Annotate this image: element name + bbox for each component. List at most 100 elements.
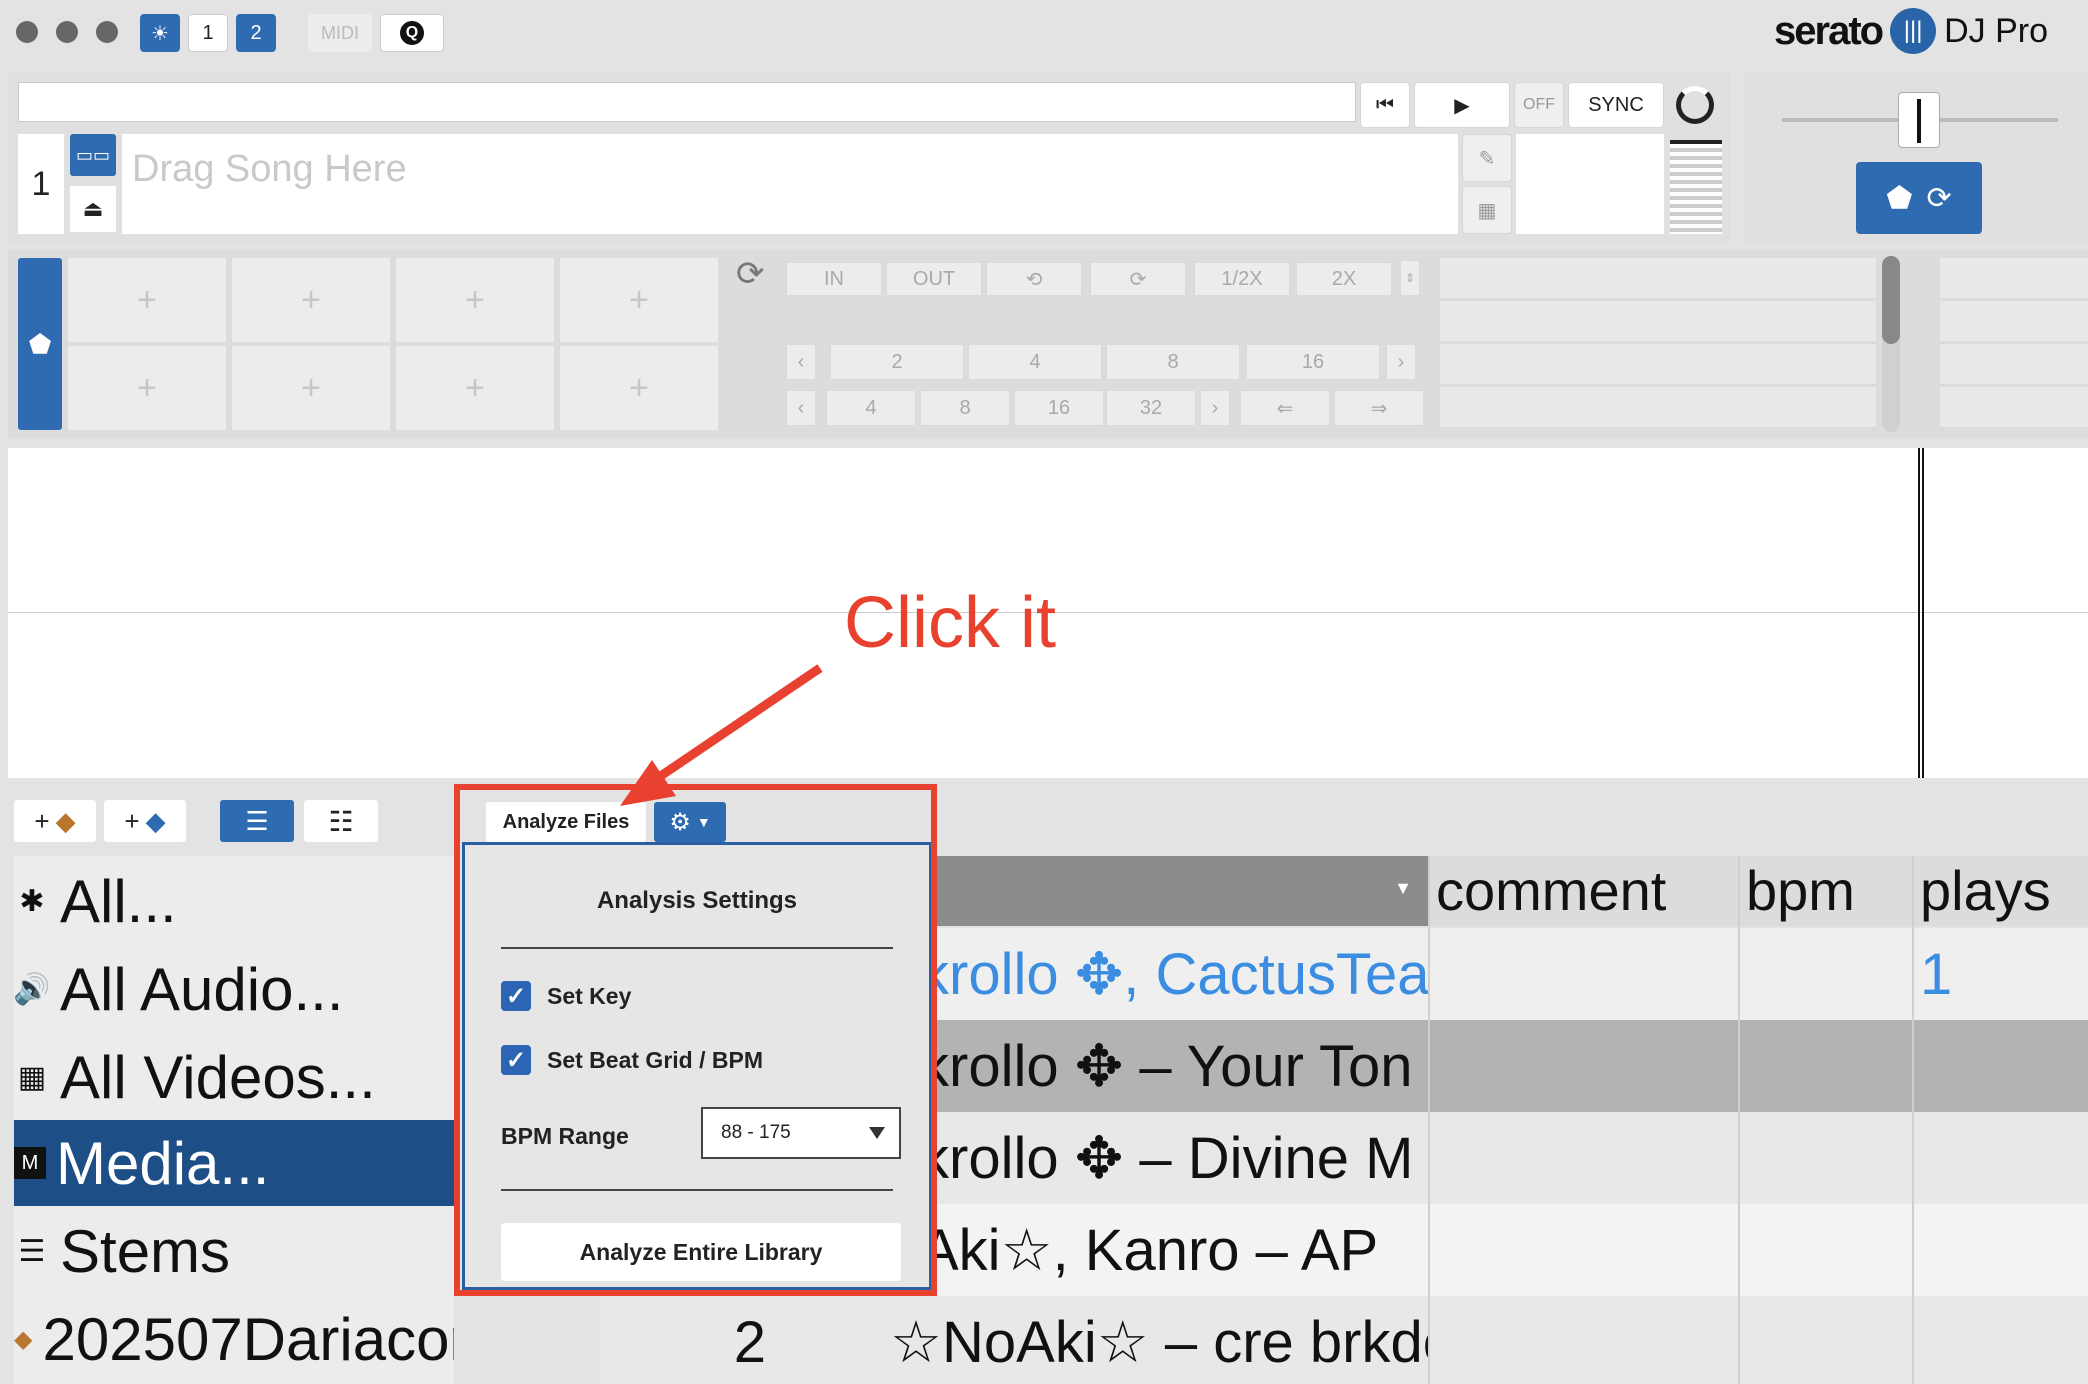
cue-pad[interactable]: +: [232, 346, 390, 430]
loop-in-button[interactable]: IN: [786, 262, 882, 296]
auto-loop-2-button[interactable]: 2: [830, 344, 964, 380]
table-row[interactable]: 2 ☆NoAki☆ – cre brkdo: [600, 1296, 2088, 1384]
reloop-icon: ⟲: [1025, 268, 1043, 291]
chevron-left-icon: ‹: [797, 350, 805, 373]
window-close-button[interactable]: [16, 21, 38, 43]
cue-pad[interactable]: +: [560, 258, 718, 342]
deck-2-button[interactable]: 2: [236, 14, 276, 52]
detail-view-button[interactable]: ☷: [304, 800, 378, 842]
detail-list-icon: ☷: [328, 805, 354, 837]
sidebar-item-media[interactable]: M Media...: [14, 1120, 454, 1206]
window-minimize-button[interactable]: [56, 21, 78, 43]
film-icon: ▦: [17, 1060, 47, 1094]
sidebar-item-stems[interactable]: ☰ Stems: [14, 1208, 454, 1294]
song-column-header[interactable]: ▼: [920, 856, 1428, 926]
pencil-icon: ✎: [1478, 147, 1496, 170]
deck-link-button[interactable]: ▭▭: [70, 134, 116, 176]
grid-icon: ▦: [1477, 199, 1497, 222]
all-icon: ✱: [19, 884, 45, 918]
sidebar-item-all[interactable]: ✱ All...: [14, 858, 454, 944]
cue-pad[interactable]: +: [396, 346, 554, 430]
plays-column-header[interactable]: plays: [1920, 856, 2051, 924]
manual-loop-4-button[interactable]: 4: [826, 390, 916, 426]
loop-toggle-button[interactable]: ⟳: [1090, 262, 1186, 296]
saved-loops-list[interactable]: [1440, 258, 1876, 430]
loop-shift-right-button[interactable]: ⇒: [1334, 390, 1424, 426]
add-crate-button[interactable]: + ◆: [14, 800, 96, 842]
sidebar-item-crate[interactable]: ◆202507Dariacore: [14, 1296, 454, 1382]
chevron-left-icon: ‹: [797, 396, 805, 419]
loop-icon: ⟳: [1129, 268, 1147, 291]
playhead-marker: [1918, 448, 1924, 778]
mic-button[interactable]: ✎: [1462, 134, 1512, 182]
crate-icon: ◆: [14, 1325, 33, 1353]
cue-pad[interactable]: +: [560, 346, 718, 430]
manual-loop-next-button[interactable]: ›: [1200, 390, 1230, 426]
auto-loop-8-button[interactable]: 8: [1106, 344, 1240, 380]
speaker-icon: 🔊: [14, 972, 51, 1006]
annotation-highlight-box: [454, 784, 937, 1296]
auto-loop-16-button[interactable]: 16: [1246, 344, 1380, 380]
list-view-button[interactable]: ☰: [220, 800, 294, 842]
loop-slot-stepper[interactable]: ⇕: [1400, 260, 1420, 296]
sidebar-item-all-videos[interactable]: ▦ All Videos...: [14, 1034, 454, 1120]
bpm-column-header[interactable]: bpm: [1746, 856, 1855, 924]
annotation-text: Click it: [844, 583, 1056, 663]
window-zoom-button[interactable]: [96, 21, 118, 43]
midi-button[interactable]: MIDI: [308, 14, 372, 52]
loop-shift-left-button[interactable]: ⇐: [1240, 390, 1330, 426]
manual-loop-32-button[interactable]: 32: [1106, 390, 1196, 426]
saved-loops-list-2[interactable]: [1940, 258, 2088, 430]
link-icon: ▭▭: [75, 144, 110, 165]
cue-pad[interactable]: +: [396, 258, 554, 342]
deck-1-button[interactable]: 1: [188, 14, 228, 52]
level-meter: [1670, 140, 1722, 234]
loop-icon: ⟳: [1926, 181, 1952, 215]
sidebar-item-all-audio[interactable]: 🔊 All Audio...: [14, 946, 454, 1032]
column-divider: [1738, 856, 1740, 1384]
cue-pad[interactable]: +: [68, 346, 226, 430]
cue-loop-toggle-button[interactable]: ⬟ ⟳: [1856, 162, 1982, 234]
media-icon: M: [14, 1147, 46, 1179]
smart-crate-icon: ◆: [145, 805, 166, 836]
reloop-button[interactable]: ⟲: [986, 262, 1082, 296]
tempo-knob[interactable]: [1676, 86, 1714, 124]
cue-flag-icon: ⬟: [28, 328, 52, 359]
cue-pad[interactable]: +: [68, 258, 226, 342]
plus-icon: +: [124, 805, 140, 836]
brightness-button[interactable]: ☀: [140, 14, 180, 52]
cue-mode-tab[interactable]: ⬟: [18, 258, 62, 430]
skip-back-icon: ⏮: [1376, 93, 1394, 116]
list-icon: ☰: [245, 805, 269, 836]
auto-loop-next-button[interactable]: ›: [1386, 344, 1416, 380]
auto-loop-4-button[interactable]: 4: [968, 344, 1102, 380]
grid-button[interactable]: ▦: [1462, 186, 1512, 234]
play-icon: ▶: [1454, 94, 1470, 117]
stems-icon: ☰: [18, 1234, 46, 1268]
sync-off-button[interactable]: OFF: [1514, 82, 1564, 128]
manual-loop-prev-button[interactable]: ‹: [786, 390, 816, 426]
saved-loops-scrollbar[interactable]: [1882, 256, 1900, 432]
cue-pad[interactable]: +: [232, 258, 390, 342]
loop-sync-icon[interactable]: ⟳: [736, 254, 765, 294]
loop-double-button[interactable]: 2X: [1296, 262, 1392, 296]
eject-button[interactable]: ⏏: [70, 186, 116, 232]
loop-out-button[interactable]: OUT: [886, 262, 982, 296]
comment-column-header[interactable]: comment: [1436, 856, 1666, 924]
auto-loop-prev-button[interactable]: ‹: [786, 344, 816, 380]
loop-half-button[interactable]: 1/2X: [1194, 262, 1290, 296]
manual-loop-8-button[interactable]: 8: [920, 390, 1010, 426]
overview-waveform[interactable]: [18, 82, 1356, 122]
column-divider: [1428, 856, 1430, 1384]
add-smart-crate-button[interactable]: + ◆: [104, 800, 186, 842]
manual-loop-16-button[interactable]: 16: [1014, 390, 1104, 426]
plays-cell: 1: [1920, 941, 1953, 1007]
quantize-button[interactable]: Q: [380, 14, 444, 52]
play-button[interactable]: ▶: [1414, 82, 1510, 128]
cue-icon: ⬟: [1886, 181, 1913, 215]
cue-back-button[interactable]: ⏮: [1360, 82, 1410, 128]
serato-logo: serato ||| DJ Pro: [1774, 8, 2048, 54]
sort-arrow-icon: ▼: [1394, 878, 1412, 898]
pitch-slider-handle[interactable]: [1898, 92, 1940, 148]
sync-button[interactable]: SYNC: [1568, 82, 1664, 128]
